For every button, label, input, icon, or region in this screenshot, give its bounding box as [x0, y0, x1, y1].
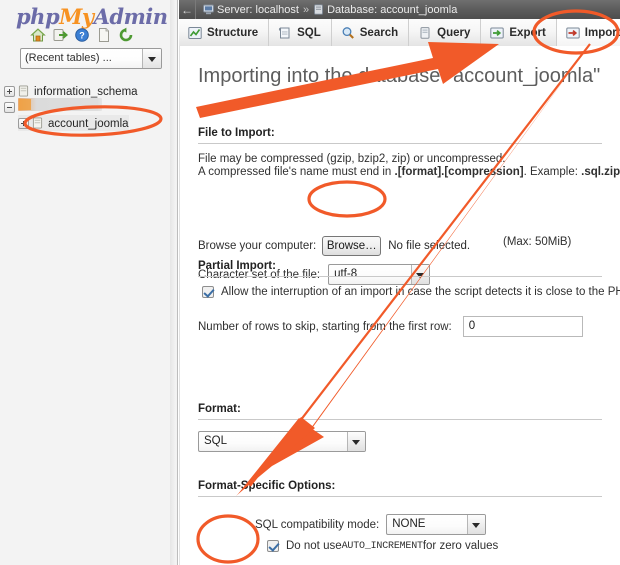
tab-label: SQL: [297, 26, 321, 39]
recent-tables-select[interactable]: (Recent tables) ...: [20, 48, 162, 69]
logo-php-text: php: [16, 4, 60, 29]
tab-label: Search: [359, 26, 399, 39]
sql-compatibility-select[interactable]: NONE: [386, 514, 487, 535]
tree-item-account-joomla[interactable]: account_joomla: [18, 115, 129, 131]
tab-bar: Structure SQL Search Query Export Import: [179, 19, 620, 47]
structure-icon: [188, 26, 202, 40]
tab-structure[interactable]: Structure: [179, 19, 270, 46]
collapse-toggle-icon[interactable]: [4, 101, 15, 113]
page-title: Importing into the database "account_joo…: [198, 65, 601, 87]
tree-item-obscured[interactable]: [4, 99, 18, 115]
svg-text:?: ?: [79, 31, 85, 41]
tab-label: Import: [584, 26, 620, 39]
database-icon: [32, 117, 43, 129]
sidebar-icon-bar: ?: [30, 27, 150, 43]
import-form: Importing into the database "account_joo…: [179, 46, 620, 565]
home-icon[interactable]: [30, 27, 46, 43]
no-file-selected-text: No file selected.: [388, 240, 471, 252]
sql-compatibility-value: NONE: [392, 518, 426, 530]
format-value: SQL: [204, 435, 228, 447]
auto-increment-row[interactable]: Do not use AUTO_INCREMENT for zero value…: [267, 540, 498, 552]
tree-item-label: information_schema: [34, 85, 138, 98]
tree-item-obscured-icon: [19, 99, 31, 110]
main-pane: ← Server: localhost » Database: account_…: [179, 0, 620, 565]
tab-export[interactable]: Export: [481, 19, 557, 46]
sidebar-inner: phpMyAdmin ? (Recent tables) ... informa…: [0, 0, 171, 565]
section-heading-format: Format:: [198, 403, 602, 420]
search-icon: [341, 26, 355, 40]
help-icon[interactable]: ?: [74, 27, 90, 43]
sql-compatibility-row: SQL compatibility mode: NONE: [255, 514, 487, 535]
chevron-down-icon[interactable]: [347, 432, 365, 451]
breadcrumb-database-label[interactable]: Database: account_joomla: [327, 4, 457, 16]
allow-interruption-checkbox[interactable]: [202, 286, 214, 298]
expand-toggle-icon[interactable]: [18, 117, 29, 129]
help2-mid: . Example:: [523, 166, 582, 178]
logo-my-text: My: [59, 4, 94, 29]
phpmyadmin-screen: phpMyAdmin ? (Recent tables) ... informa…: [0, 0, 620, 565]
sidebar-scrollbar[interactable]: [170, 0, 176, 565]
tab-label: Structure: [207, 26, 259, 39]
chevron-down-icon[interactable]: [142, 49, 161, 68]
breadcrumb: Server: localhost » Database: account_jo…: [196, 4, 457, 16]
tree-item-information-schema[interactable]: information_schema: [4, 83, 138, 99]
server-icon: [203, 4, 214, 15]
sql-compatibility-label: SQL compatibility mode:: [255, 518, 380, 531]
tab-search[interactable]: Search: [331, 19, 410, 46]
query-icon: [418, 26, 432, 40]
logout-icon[interactable]: [52, 27, 69, 43]
file-help-line-1: File may be compressed (gzip, bzip2, zip…: [198, 153, 506, 165]
skip-rows-input[interactable]: 0: [462, 316, 583, 337]
help2-example-token: .sql.zip: [581, 166, 620, 178]
recent-tables-value: (Recent tables) ...: [25, 52, 112, 64]
docs-icon[interactable]: [96, 27, 112, 43]
tab-label: Query: [437, 26, 471, 39]
tab-query[interactable]: Query: [409, 19, 482, 46]
skip-rows-label: Number of rows to skip, starting from th…: [198, 320, 452, 333]
help2-prefix: A compressed file's name must end in: [198, 166, 395, 178]
browse-button[interactable]: Browse…: [322, 236, 382, 256]
help2-format-token: .[format].[compression]: [394, 166, 524, 178]
section-heading-file-to-import: File to Import:: [198, 127, 602, 144]
back-arrow-icon[interactable]: ←: [179, 0, 196, 19]
section-heading-format-specific-options: Format-Specific Options:: [198, 480, 602, 497]
allow-interruption-row[interactable]: Allow the interruption of an import in c…: [202, 286, 620, 298]
breadcrumb-separator: »: [302, 3, 310, 16]
import-icon: [566, 26, 580, 40]
expand-toggle-icon[interactable]: [4, 85, 15, 97]
browse-label: Browse your computer:: [198, 240, 317, 252]
navigation-sidebar: phpMyAdmin ? (Recent tables) ... informa…: [0, 0, 178, 565]
sql-icon: [278, 26, 292, 40]
section-heading-partial-import: Partial Import:: [198, 260, 602, 277]
auto-increment-prefix: Do not use: [286, 540, 342, 552]
max-upload-size-text: (Max: 50MiB): [503, 236, 572, 248]
auto-increment-suffix: for zero values: [422, 540, 499, 552]
tab-import[interactable]: Import: [556, 19, 620, 46]
browse-row: Browse your computer: Browse… No file se…: [198, 236, 470, 256]
database-icon: [313, 4, 324, 15]
breadcrumb-server-label[interactable]: Server: localhost: [217, 4, 299, 16]
file-help-line-2: A compressed file's name must end in .[f…: [198, 166, 620, 178]
auto-increment-checkbox[interactable]: [267, 540, 279, 552]
phpmyadmin-logo[interactable]: phpMyAdmin: [16, 4, 168, 29]
logo-admin-text: Admin: [93, 4, 168, 29]
tab-label: Export: [509, 26, 546, 39]
format-select[interactable]: SQL: [198, 431, 366, 452]
allow-interruption-label: Allow the interruption of an import in c…: [221, 286, 620, 298]
chevron-down-icon[interactable]: [467, 515, 486, 534]
reload-icon[interactable]: [118, 27, 134, 43]
auto-increment-token: AUTO_INCREMENT: [341, 540, 423, 552]
database-icon: [18, 85, 29, 97]
tab-sql[interactable]: SQL: [269, 19, 332, 46]
skip-rows-row: Number of rows to skip, starting from th…: [198, 316, 583, 337]
tree-item-label: account_joomla: [48, 117, 129, 130]
breadcrumb-bar: ← Server: localhost » Database: account_…: [179, 0, 620, 19]
export-icon: [490, 26, 505, 40]
